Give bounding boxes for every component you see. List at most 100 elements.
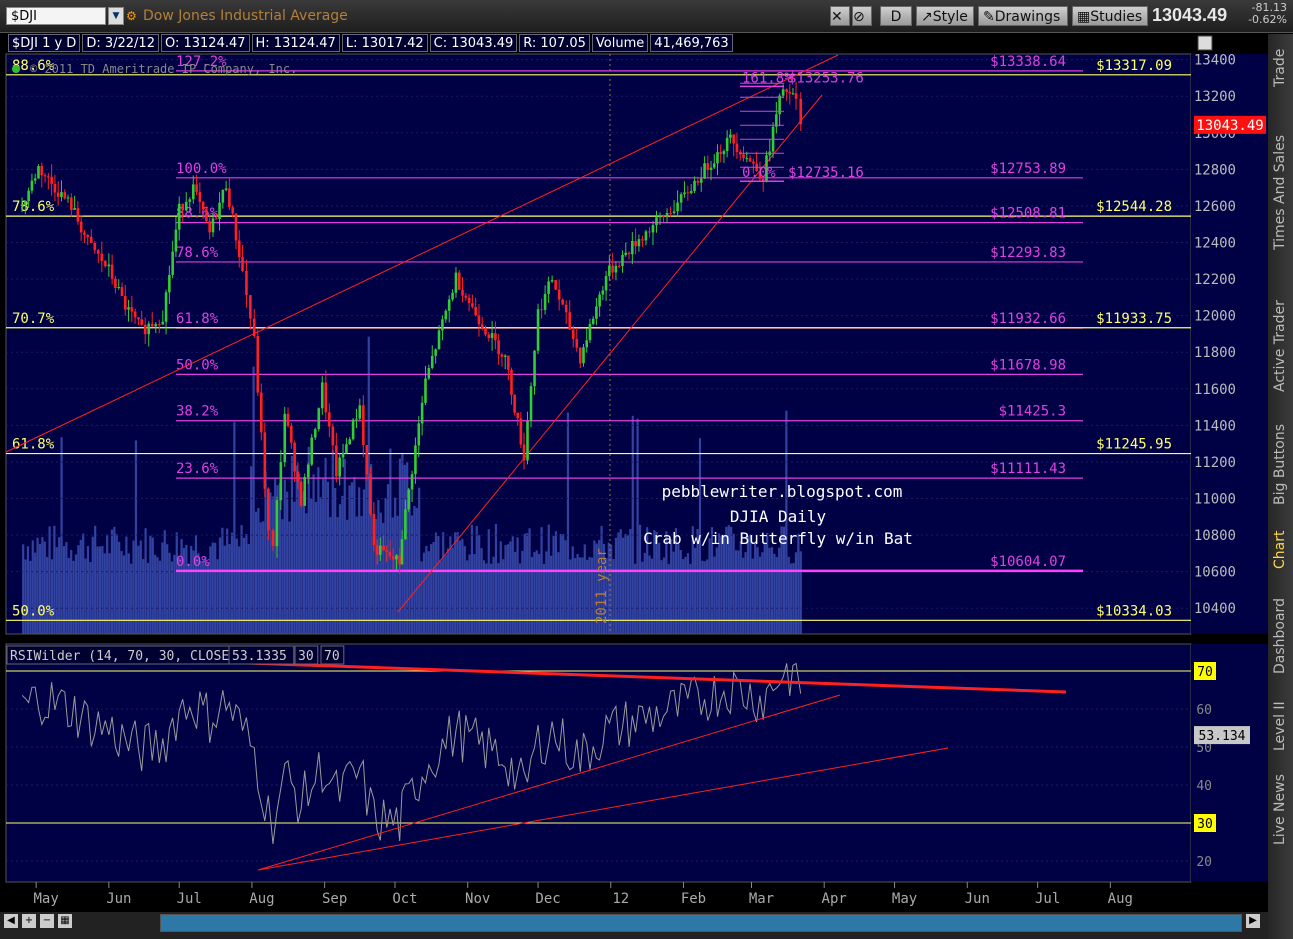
volume-bar (554, 531, 558, 634)
volume-bar (226, 528, 229, 634)
volume-bar (310, 498, 313, 634)
candle-body (582, 347, 585, 364)
volume-bar (125, 536, 128, 634)
candle-body (729, 134, 732, 138)
tab-live-news[interactable]: Live News (1268, 766, 1293, 854)
volume-bar (394, 497, 397, 634)
candle-body (123, 295, 127, 310)
zoom-out-icon[interactable]: − (40, 914, 54, 928)
volume-bar (756, 547, 759, 634)
candle-body (267, 488, 270, 531)
volume-bar (552, 535, 555, 634)
x-tick-label: Feb (681, 891, 706, 907)
volume-bar (490, 563, 493, 634)
ohlc-high: H: 13124.47 (251, 34, 340, 52)
candle-body (434, 349, 437, 356)
candle-body (93, 242, 97, 251)
candle-body (601, 290, 605, 295)
candle-body (351, 419, 355, 440)
tab-big-buttons[interactable]: Big Buttons (1268, 414, 1293, 514)
volume-bar (113, 526, 116, 634)
zoom-in-icon[interactable]: + (22, 914, 36, 928)
y-tick-label: 11200 (1194, 455, 1236, 471)
volume-bar (374, 518, 378, 634)
period-button[interactable]: D (880, 6, 912, 26)
tab-chart[interactable]: Chart (1268, 522, 1293, 578)
drawings-button[interactable]: ✎Drawings (978, 6, 1068, 26)
candle-body (358, 405, 362, 419)
tab-active-trader[interactable]: Active Trader (1268, 286, 1293, 406)
x-tick-label: Aug (249, 891, 274, 907)
copyright: © 2011 TD Ameritrade IP Company, Inc. (30, 62, 297, 76)
candle-body (191, 184, 195, 200)
change-readout: -81.13 -0.62% (1248, 2, 1287, 26)
last-price: 13043.49 (1152, 5, 1228, 25)
candle-body (252, 318, 256, 337)
volume-bar (497, 563, 500, 634)
volume-bar (720, 536, 723, 634)
tab-times-and-sales[interactable]: Times And Sales (1268, 106, 1293, 278)
candle-body (211, 218, 215, 233)
candle-body (47, 176, 50, 178)
candle-body (477, 315, 481, 325)
volume-bar (744, 552, 747, 634)
candle-body (424, 378, 427, 403)
volume-bar (206, 562, 210, 634)
candle-body (100, 253, 104, 261)
volume-bar (566, 412, 570, 634)
link-icon[interactable]: ⊘ (852, 6, 872, 26)
volume-bar (526, 533, 529, 634)
volume-bar (578, 557, 582, 634)
volume-bar (271, 496, 274, 634)
volume-bar (492, 556, 495, 634)
candle-body (290, 425, 293, 443)
candle-body (110, 264, 114, 279)
crosshair-icon[interactable]: ✕ (830, 6, 850, 26)
candle-body (497, 340, 500, 355)
candle-body (137, 317, 140, 320)
tab-trade[interactable]: Trade (1268, 38, 1293, 98)
volume-bar (684, 556, 687, 634)
volume-bar (322, 478, 325, 634)
candle-body (286, 413, 290, 426)
volume-bar (334, 488, 337, 634)
volume-bar (142, 558, 145, 634)
volume-bar (614, 537, 618, 634)
volume-bar (581, 557, 584, 634)
candle-body (205, 209, 208, 222)
candle-body (693, 180, 696, 192)
candle-body (214, 218, 218, 220)
volume-bar (58, 537, 61, 634)
gear-icon[interactable]: ⚙ (126, 7, 140, 25)
candle-body (507, 355, 510, 370)
candle-body (372, 513, 376, 546)
scroll-left-icon[interactable]: ◀ (4, 914, 18, 928)
side-tabs: Trade Times And Sales Active Trader Big … (1268, 34, 1293, 939)
tab-dashboard[interactable]: Dashboard (1268, 586, 1293, 686)
candle-body (735, 143, 739, 152)
volume-bar (475, 526, 478, 634)
candle-body (706, 163, 710, 170)
tab-level-ii[interactable]: Level II (1268, 694, 1293, 758)
candle-body (201, 201, 205, 210)
scroll-right-icon[interactable]: ▶ (1246, 914, 1260, 928)
volume-bar (70, 549, 73, 634)
volume-bar (533, 552, 536, 634)
candle-body (500, 354, 504, 357)
grid-icon[interactable]: ▦ (58, 914, 72, 928)
candle-body (299, 481, 303, 506)
style-button[interactable]: ↗Style (916, 6, 974, 26)
symbol-description: Dow Jones Industrial Average (143, 8, 348, 24)
chevron-down-icon[interactable]: ▼ (108, 7, 124, 25)
annotation-blog: pebblewriter.blogspot.com (662, 482, 903, 501)
symbol-input[interactable]: $DJI (6, 7, 106, 25)
candle-body (331, 426, 335, 446)
candle-body (788, 91, 792, 94)
volume-bar (348, 485, 351, 634)
time-scrollbar[interactable] (160, 914, 1242, 932)
volume-bar (732, 533, 735, 634)
candle-body (177, 203, 181, 230)
studies-button[interactable]: ▦Studies (1072, 6, 1148, 26)
rsi-tick-label: 60 (1196, 703, 1212, 718)
price-chart[interactable]: 1340013200130001280012600124001220012000… (0, 34, 1268, 912)
